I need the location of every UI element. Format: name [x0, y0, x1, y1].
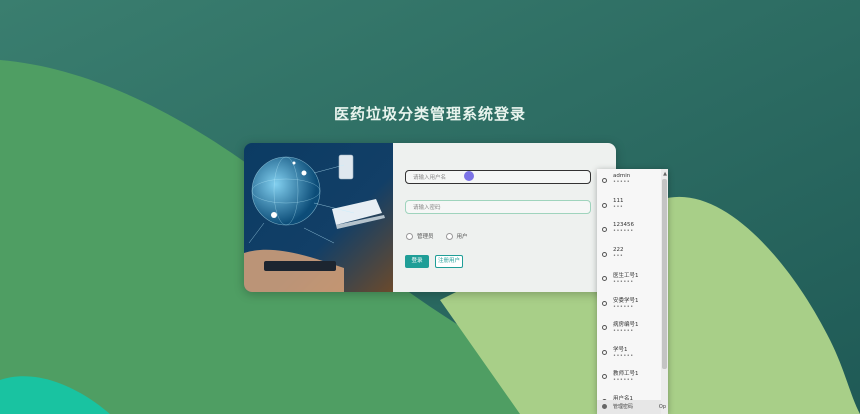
autocomplete-password: ••• — [613, 203, 624, 210]
autocomplete-username: admin — [613, 173, 631, 179]
role-admin-label: 管理员 — [417, 234, 434, 240]
username-input[interactable]: 请输入用户名 — [405, 170, 591, 184]
scroll-thumb[interactable] — [662, 179, 667, 369]
dropdown-scrollbar[interactable]: ▲ — [661, 169, 668, 414]
autocomplete-item[interactable]: 安委学号1 •••••• — [597, 292, 668, 317]
login-card: 请输入用户名 请输入密码 管理员 用户 登录 注册用户 — [244, 143, 616, 292]
autocomplete-password: •••••• — [613, 377, 634, 383]
key-icon — [602, 349, 607, 355]
key-icon — [602, 374, 607, 379]
autocomplete-item[interactable]: 123456 •••••• — [597, 218, 668, 243]
key-icon — [602, 251, 607, 257]
password-input[interactable]: 请输入密码 — [405, 200, 591, 214]
key-icon — [602, 404, 607, 409]
autocomplete-item[interactable]: 医生工号1 •••••• — [597, 267, 668, 292]
key-icon — [602, 276, 607, 281]
autocomplete-item[interactable]: 教师工号1 •••••• — [597, 365, 668, 390]
hero-illustration — [244, 143, 393, 292]
autocomplete-item[interactable]: 111 ••• — [597, 194, 668, 219]
autocomplete-list: admin ••••• 111 ••• 123456 •••••• 222 ••• 医生… — [597, 169, 668, 414]
autocomplete-password: •••••• — [613, 352, 634, 359]
radio-user[interactable] — [445, 232, 453, 240]
autocomplete-password: ••••• — [613, 179, 631, 185]
role-admin[interactable]: 管理员 — [406, 232, 434, 240]
autocomplete-username: 教师工号1 — [613, 371, 639, 377]
role-selector: 管理员 用户 — [406, 232, 468, 240]
autocomplete-username: 222 — [613, 246, 624, 253]
role-user-label: 用户 — [456, 234, 468, 240]
key-icon — [602, 325, 607, 330]
manage-passwords-label: 管理密码 — [613, 404, 634, 410]
autocomplete-username: 111 — [613, 197, 624, 204]
autocomplete-password: •••••• — [613, 279, 634, 285]
tech-illustration — [244, 143, 393, 292]
manage-passwords-footer[interactable]: 管理密码 — [597, 400, 661, 414]
footer-right-text: Op — [658, 404, 666, 410]
key-icon — [602, 227, 607, 232]
autocomplete-item[interactable]: 病房编号1 •••••• — [597, 316, 668, 341]
key-icon — [602, 178, 607, 183]
register-button[interactable]: 注册用户 — [435, 255, 463, 268]
autocomplete-username: 病房编号1 — [613, 322, 639, 328]
role-user[interactable]: 用户 — [445, 232, 468, 240]
scroll-up-icon[interactable]: ▲ — [663, 171, 667, 177]
autocomplete-username: 学号1 — [613, 346, 628, 353]
login-form: 请输入用户名 请输入密码 管理员 用户 登录 注册用户 — [393, 143, 616, 292]
autocomplete-username: 医生工号1 — [613, 273, 639, 279]
key-icon — [602, 202, 607, 208]
cursor-indicator-icon — [464, 171, 474, 181]
autocomplete-username: 123456 — [613, 222, 634, 228]
radio-admin[interactable] — [406, 232, 413, 240]
autocomplete-username: 安委学号1 — [613, 297, 639, 304]
autocomplete-password: •••••• — [613, 328, 634, 334]
page-title: 医药垃圾分类管理系统登录 — [333, 105, 526, 123]
autocomplete-password: •••••• — [613, 303, 634, 310]
autocomplete-item[interactable]: 222 ••• — [597, 243, 668, 268]
autocomplete-item[interactable]: admin ••••• — [597, 169, 668, 194]
autocomplete-password: ••• — [613, 252, 624, 259]
autocomplete-item[interactable]: 学号1 •••••• — [597, 341, 668, 366]
login-button[interactable]: 登录 — [405, 255, 429, 268]
key-icon — [602, 300, 607, 306]
autocomplete-password: •••••• — [613, 228, 634, 234]
autocomplete-dropdown: admin ••••• 111 ••• 123456 •••••• 222 ••• 医生… — [597, 169, 668, 414]
